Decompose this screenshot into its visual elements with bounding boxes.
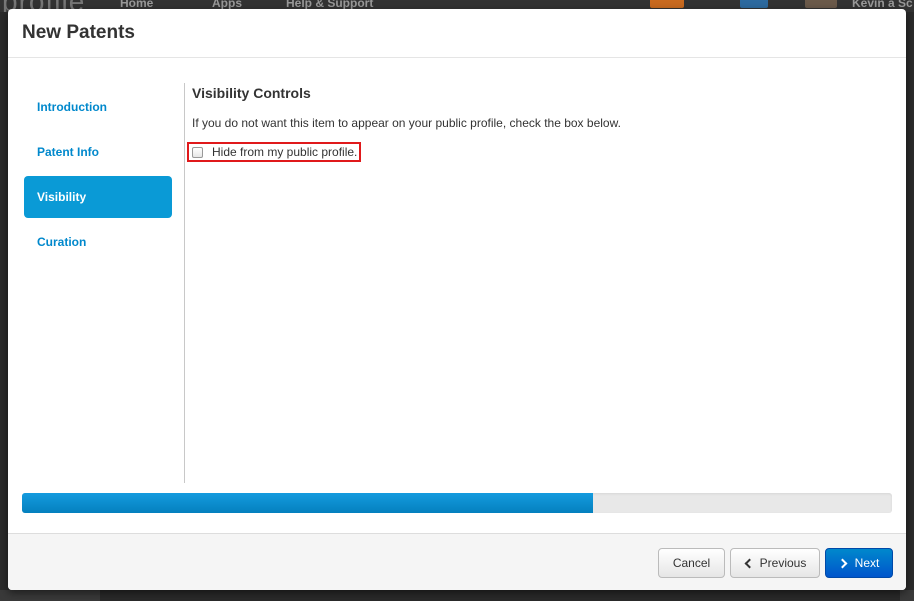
wizard-progress-bar	[22, 493, 892, 513]
wizard-step-nav: Introduction Patent Info Visibility Cura…	[24, 86, 172, 266]
modal-title: New Patents	[22, 22, 135, 43]
background-notification-badge	[650, 0, 684, 8]
modal-footer: Cancel Previous Next	[8, 533, 906, 590]
chevron-left-icon	[744, 558, 755, 568]
background-avatar	[805, 0, 837, 8]
next-button[interactable]: Next	[825, 548, 893, 578]
background-bottom	[0, 590, 914, 601]
next-button-label: Next	[854, 556, 880, 570]
modal-header: New Patents	[8, 9, 906, 58]
visibility-section: Visibility Controls If you do not want t…	[187, 85, 892, 162]
background-panel	[100, 590, 900, 601]
hide-from-profile-checkbox[interactable]	[192, 146, 203, 158]
previous-button-label: Previous	[759, 556, 807, 570]
background-message-badge	[740, 0, 768, 8]
step-visibility[interactable]: Visibility	[24, 176, 172, 218]
new-patents-modal: New Patents Introduction Patent Info Vis…	[8, 9, 906, 590]
vertical-divider	[184, 83, 185, 483]
step-patent-info[interactable]: Patent Info	[24, 131, 172, 173]
hide-from-profile-label[interactable]: Hide from my public profile.	[212, 145, 357, 159]
hide-from-profile-option[interactable]: Hide from my public profile.	[187, 142, 361, 162]
step-introduction[interactable]: Introduction	[24, 86, 172, 128]
previous-button[interactable]: Previous	[730, 548, 820, 578]
progress-bar-fill	[22, 493, 593, 513]
section-heading: Visibility Controls	[192, 85, 311, 101]
step-curation[interactable]: Curation	[24, 221, 172, 263]
cancel-button[interactable]: Cancel	[658, 548, 725, 578]
chevron-right-icon	[837, 558, 848, 568]
help-text: If you do not want this item to appear o…	[192, 116, 621, 130]
